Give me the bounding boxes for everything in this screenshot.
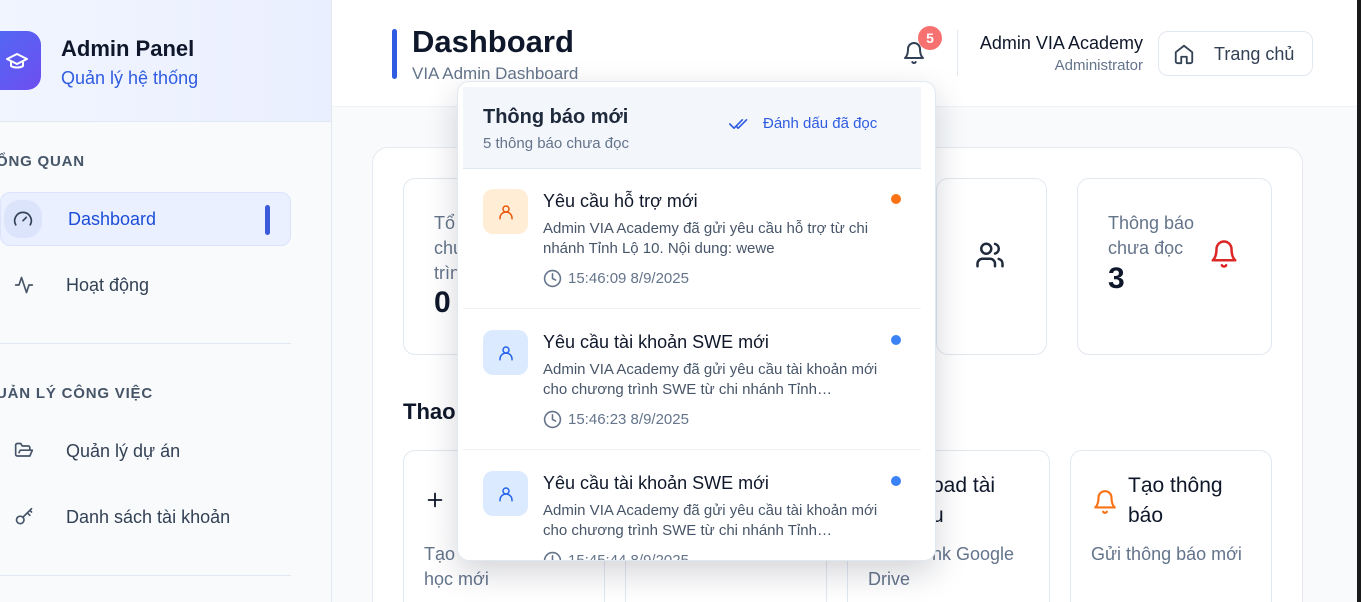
stat-label: Thông báo chưa đọc <box>1108 213 1195 258</box>
brand-subtitle: Quản lý hệ thống <box>61 68 199 88</box>
header-separator <box>957 30 958 76</box>
page-title: Dashboard <box>412 24 574 59</box>
plus-icon <box>424 489 446 516</box>
notification-time-text: 15:45:44 8/9/2025 <box>568 552 689 561</box>
mark-all-read-label: Đánh dấu đã đọc <box>763 115 878 132</box>
stat-value: 3 <box>1108 262 1125 295</box>
sidebar-item-projects[interactable]: Quản lý dự án <box>0 424 291 478</box>
unread-dot <box>891 476 901 486</box>
bell-icon <box>1092 489 1118 520</box>
section-overview-title: ỔNG QUAN <box>0 153 85 170</box>
sidebar-item-label: Dashboard <box>68 208 157 229</box>
mark-all-read-button[interactable]: Đánh dấu đã đọc <box>729 115 877 132</box>
notification-body: Admin VIA Academy đã gửi yêu cầu hỗ trợ … <box>543 220 869 257</box>
window-edge <box>1357 0 1361 602</box>
gauge-icon <box>4 200 42 238</box>
quick-actions-title: Thao <box>403 399 456 424</box>
sidebar-divider <box>0 343 291 344</box>
sidebar-item-dashboard[interactable]: Dashboard <box>0 192 291 246</box>
dropdown-subtitle: 5 thông báo chưa đọc <box>483 135 629 152</box>
sidebar-item-label: Hoạt động <box>66 274 150 295</box>
clock-icon <box>543 269 562 288</box>
unread-dot <box>891 335 901 345</box>
app-window: Admin Panel Quản lý hệ thống ỔNG QUAN Da… <box>0 0 1357 602</box>
user-icon <box>483 189 528 234</box>
home-icon <box>1173 43 1195 70</box>
graduation-cap-icon <box>0 31 41 90</box>
active-indicator <box>265 205 270 235</box>
sidebar-item-label: Quản lý dự án <box>66 440 181 461</box>
notifications-dropdown: Thông báo mới 5 thông báo chưa đọc Đánh … <box>457 81 936 561</box>
title-accent-bar <box>392 29 397 79</box>
sidebar-item-activity[interactable]: Hoạt động <box>0 258 291 312</box>
action-title: oad tài u <box>932 474 996 527</box>
sidebar-item-label: Danh sách tài khoản <box>66 506 231 527</box>
clock-icon <box>543 410 562 429</box>
users-icon <box>975 240 1005 275</box>
notification-time: 15:46:23 8/9/2025 <box>543 410 689 429</box>
activity-icon <box>8 269 40 301</box>
notification-time: 15:46:09 8/9/2025 <box>543 269 689 288</box>
double-check-icon <box>729 118 748 129</box>
brand-title: Admin Panel <box>61 36 195 61</box>
section-work-title: UẢN LÝ CÔNG VIỆC <box>0 385 153 402</box>
dropdown-header: Thông báo mới 5 thông báo chưa đọc Đánh … <box>463 87 921 169</box>
notification-item[interactable]: Yêu cầu tài khoản SWE mới Admin VIA Acad… <box>463 310 921 450</box>
home-button[interactable]: Trang chủ <box>1158 31 1313 76</box>
action-card-notify[interactable]: Tạo thông báo Gửi thông báo mới <box>1070 450 1272 602</box>
notification-body: Admin VIA Academy đã gửi yêu cầu tài kho… <box>543 361 878 398</box>
stat-card-users <box>936 178 1047 355</box>
notification-title: Yêu cầu hỗ trợ mới <box>543 191 698 211</box>
user-icon <box>483 330 528 375</box>
action-title: Tạo thông báo <box>1128 474 1223 527</box>
notification-item[interactable]: Yêu cầu hỗ trợ mới Admin VIA Academy đã … <box>463 169 921 309</box>
dropdown-title: Thông báo mới <box>483 106 629 128</box>
user-name: Admin VIA Academy <box>979 33 1143 53</box>
folder-icon <box>8 435 40 467</box>
sidebar: Admin Panel Quản lý hệ thống ỔNG QUAN Da… <box>0 0 332 602</box>
notification-time-text: 15:46:23 8/9/2025 <box>568 411 689 428</box>
notification-title: Yêu cầu tài khoản SWE mới <box>543 332 769 352</box>
stat-card-unread: Thông báo chưa đọc 3 <box>1077 178 1272 355</box>
user-role: Administrator <box>1054 57 1143 74</box>
bell-icon <box>1209 239 1239 274</box>
notification-time: 15:45:44 8/9/2025 <box>543 551 689 561</box>
brand-header: Admin Panel Quản lý hệ thống <box>0 0 331 122</box>
notification-title: Yêu cầu tài khoản SWE mới <box>543 473 769 493</box>
notification-body: Admin VIA Academy đã gửi yêu cầu tài kho… <box>543 502 878 539</box>
notification-item[interactable]: Yêu cầu tài khoản SWE mới Admin VIA Acad… <box>463 451 921 561</box>
key-icon <box>8 501 40 533</box>
stat-value: 0 <box>434 286 451 319</box>
user-icon <box>483 471 528 516</box>
home-button-label: Trang chủ <box>1214 44 1295 64</box>
sidebar-divider <box>0 575 291 576</box>
clock-icon <box>543 551 562 560</box>
action-description: Gửi thông báo mới <box>1091 544 1242 564</box>
sidebar-item-accounts[interactable]: Danh sách tài khoản <box>0 490 291 544</box>
notification-time-text: 15:46:09 8/9/2025 <box>568 270 689 287</box>
unread-dot <box>891 194 901 204</box>
notification-count-badge: 5 <box>918 26 942 50</box>
